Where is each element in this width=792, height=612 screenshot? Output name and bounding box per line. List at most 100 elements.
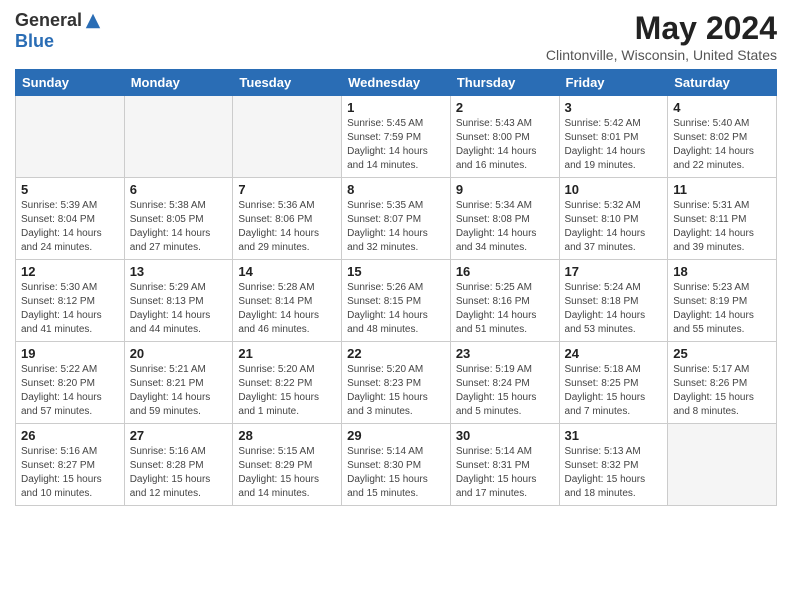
logo: General Blue [15,10,102,52]
day-info: Sunrise: 5:16 AM Sunset: 8:28 PM Dayligh… [130,445,228,501]
day-number: 6 [130,182,228,197]
day-info: Sunrise: 5:35 AM Sunset: 8:07 PM Dayligh… [347,199,445,255]
col-monday: Monday [124,70,233,96]
day-number: 20 [130,346,228,361]
calendar-table: Sunday Monday Tuesday Wednesday Thursday… [15,69,777,506]
table-row: 5 Sunrise: 5:39 AM Sunset: 8:04 PM Daylig… [16,178,125,260]
col-thursday: Thursday [450,70,559,96]
day-number: 31 [565,428,663,443]
day-info: Sunrise: 5:28 AM Sunset: 8:14 PM Dayligh… [238,281,336,337]
day-info: Sunrise: 5:26 AM Sunset: 8:15 PM Dayligh… [347,281,445,337]
day-info: Sunrise: 5:31 AM Sunset: 8:11 PM Dayligh… [673,199,771,255]
table-row: 2 Sunrise: 5:43 AM Sunset: 8:00 PM Daylig… [450,96,559,178]
day-info: Sunrise: 5:23 AM Sunset: 8:19 PM Dayligh… [673,281,771,337]
calendar-week-row: 26Sunrise: 5:16 AM Sunset: 8:27 PM Dayli… [16,424,777,506]
day-number: 10 [565,182,663,197]
day-info: Sunrise: 5:19 AM Sunset: 8:24 PM Dayligh… [456,363,554,419]
table-row: 6 Sunrise: 5:38 AM Sunset: 8:05 PM Daylig… [124,178,233,260]
table-row: 1 Sunrise: 5:45 AM Sunset: 7:59 PM Daylig… [342,96,451,178]
day-info: Sunrise: 5:14 AM Sunset: 8:30 PM Dayligh… [347,445,445,501]
day-number: 12 [21,264,119,279]
table-row: 13 Sunrise: 5:29 AM Sunset: 8:13 PM Dayli… [124,260,233,342]
table-row: 19Sunrise: 5:22 AM Sunset: 8:20 PM Dayli… [16,342,125,424]
page: General Blue May 2024 Clintonville, Wisc… [0,0,792,612]
day-info: Sunrise: 5:30 AM Sunset: 8:12 PM Dayligh… [21,281,119,337]
day-info: Sunrise: 5:20 AM Sunset: 8:22 PM Dayligh… [238,363,336,419]
col-saturday: Saturday [668,70,777,96]
day-number: 2 [456,100,554,115]
day-info: Sunrise: 5:24 AM Sunset: 8:18 PM Dayligh… [565,281,663,337]
day-number: 24 [565,346,663,361]
day-number: 18 [673,264,771,279]
day-info: Sunrise: 5:32 AM Sunset: 8:10 PM Dayligh… [565,199,663,255]
day-number: 29 [347,428,445,443]
col-sunday: Sunday [16,70,125,96]
day-number: 15 [347,264,445,279]
day-number: 28 [238,428,336,443]
location-text: Clintonville, Wisconsin, United States [546,47,777,63]
day-number: 1 [347,100,445,115]
day-info: Sunrise: 5:40 AM Sunset: 8:02 PM Dayligh… [673,117,771,173]
day-number: 7 [238,182,336,197]
day-number: 25 [673,346,771,361]
day-number: 23 [456,346,554,361]
calendar-week-row: 1 Sunrise: 5:45 AM Sunset: 7:59 PM Daylig… [16,96,777,178]
table-row: 17 Sunrise: 5:24 AM Sunset: 8:18 PM Dayli… [559,260,668,342]
day-info: Sunrise: 5:39 AM Sunset: 8:04 PM Dayligh… [21,199,119,255]
table-row: 12 Sunrise: 5:30 AM Sunset: 8:12 PM Dayli… [16,260,125,342]
day-number: 17 [565,264,663,279]
table-row: 27 Sunrise: 5:16 AM Sunset: 8:28 PM Dayli… [124,424,233,506]
calendar-week-row: 19Sunrise: 5:22 AM Sunset: 8:20 PM Dayli… [16,342,777,424]
day-info: Sunrise: 5:34 AM Sunset: 8:08 PM Dayligh… [456,199,554,255]
table-row: 23 Sunrise: 5:19 AM Sunset: 8:24 PM Dayli… [450,342,559,424]
day-number: 14 [238,264,336,279]
logo-blue-text: Blue [15,31,54,52]
calendar-header-row: Sunday Monday Tuesday Wednesday Thursday… [16,70,777,96]
table-row: 7Sunrise: 5:36 AM Sunset: 8:06 PM Daylig… [233,178,342,260]
table-row: 31Sunrise: 5:13 AM Sunset: 8:32 PM Dayli… [559,424,668,506]
logo-general-text: General [15,10,82,31]
day-info: Sunrise: 5:42 AM Sunset: 8:01 PM Dayligh… [565,117,663,173]
day-info: Sunrise: 5:21 AM Sunset: 8:21 PM Dayligh… [130,363,228,419]
table-row [124,96,233,178]
table-row: 10 Sunrise: 5:32 AM Sunset: 8:10 PM Dayli… [559,178,668,260]
calendar-week-row: 12 Sunrise: 5:30 AM Sunset: 8:12 PM Dayli… [16,260,777,342]
table-row: 30Sunrise: 5:14 AM Sunset: 8:31 PM Dayli… [450,424,559,506]
title-area: May 2024 Clintonville, Wisconsin, United… [546,10,777,63]
day-number: 21 [238,346,336,361]
day-info: Sunrise: 5:43 AM Sunset: 8:00 PM Dayligh… [456,117,554,173]
day-info: Sunrise: 5:20 AM Sunset: 8:23 PM Dayligh… [347,363,445,419]
table-row: 15 Sunrise: 5:26 AM Sunset: 8:15 PM Dayli… [342,260,451,342]
day-info: Sunrise: 5:17 AM Sunset: 8:26 PM Dayligh… [673,363,771,419]
day-number: 4 [673,100,771,115]
day-number: 13 [130,264,228,279]
day-number: 27 [130,428,228,443]
header: General Blue May 2024 Clintonville, Wisc… [15,10,777,63]
table-row: 4 Sunrise: 5:40 AM Sunset: 8:02 PM Daylig… [668,96,777,178]
day-info: Sunrise: 5:18 AM Sunset: 8:25 PM Dayligh… [565,363,663,419]
day-info: Sunrise: 5:45 AM Sunset: 7:59 PM Dayligh… [347,117,445,173]
table-row [668,424,777,506]
day-number: 16 [456,264,554,279]
table-row [233,96,342,178]
calendar-week-row: 5 Sunrise: 5:39 AM Sunset: 8:04 PM Daylig… [16,178,777,260]
table-row: 20 Sunrise: 5:21 AM Sunset: 8:21 PM Dayli… [124,342,233,424]
table-row: 29 Sunrise: 5:14 AM Sunset: 8:30 PM Dayli… [342,424,451,506]
month-year-title: May 2024 [546,10,777,47]
day-info: Sunrise: 5:29 AM Sunset: 8:13 PM Dayligh… [130,281,228,337]
table-row: 8 Sunrise: 5:35 AM Sunset: 8:07 PM Daylig… [342,178,451,260]
day-number: 22 [347,346,445,361]
table-row: 18 Sunrise: 5:23 AM Sunset: 8:19 PM Dayli… [668,260,777,342]
table-row: 24 Sunrise: 5:18 AM Sunset: 8:25 PM Dayli… [559,342,668,424]
day-number: 9 [456,182,554,197]
day-info: Sunrise: 5:38 AM Sunset: 8:05 PM Dayligh… [130,199,228,255]
day-info: Sunrise: 5:22 AM Sunset: 8:20 PM Dayligh… [21,363,119,419]
day-number: 5 [21,182,119,197]
calendar-body: 1 Sunrise: 5:45 AM Sunset: 7:59 PM Daylig… [16,96,777,506]
col-tuesday: Tuesday [233,70,342,96]
table-row: 9 Sunrise: 5:34 AM Sunset: 8:08 PM Daylig… [450,178,559,260]
table-row: 22 Sunrise: 5:20 AM Sunset: 8:23 PM Dayli… [342,342,451,424]
day-number: 8 [347,182,445,197]
table-row: 16Sunrise: 5:25 AM Sunset: 8:16 PM Dayli… [450,260,559,342]
table-row: 3Sunrise: 5:42 AM Sunset: 8:01 PM Daylig… [559,96,668,178]
